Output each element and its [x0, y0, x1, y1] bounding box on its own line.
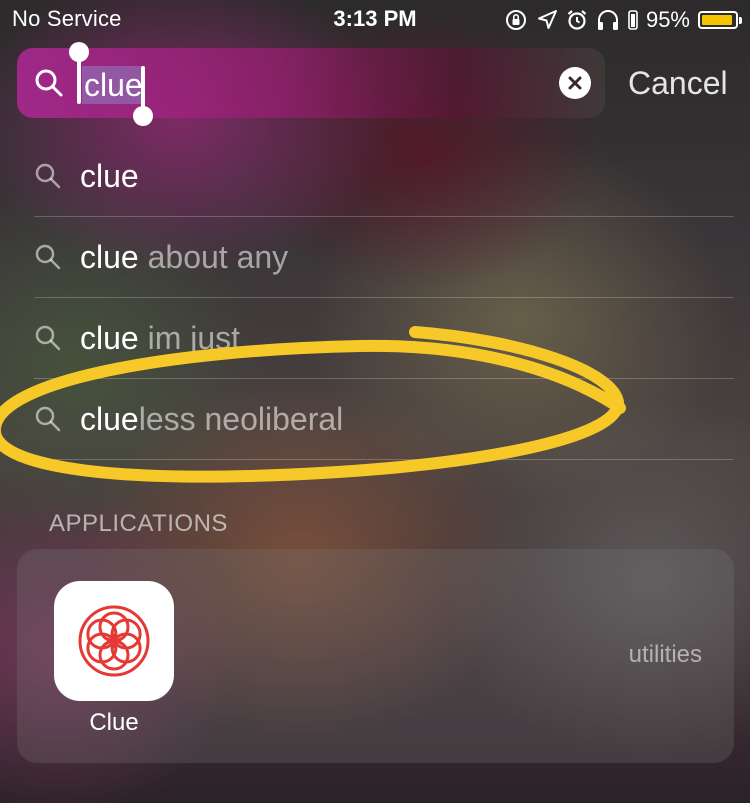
suggestion-rest: about any — [138, 239, 289, 275]
clear-icon — [568, 76, 582, 90]
clue-app-icon[interactable] — [54, 581, 174, 701]
suggestion-text: clue — [80, 156, 139, 196]
suggestion-item[interactable]: clue — [34, 136, 734, 216]
clear-button[interactable] — [559, 67, 591, 99]
suggestion-text: clue about any — [80, 237, 288, 277]
battery-fill — [702, 15, 733, 25]
status-indicators: 95% — [504, 6, 742, 34]
suggestion-match: clue — [80, 239, 139, 275]
battery-icon — [698, 11, 742, 29]
search-icon — [34, 243, 64, 271]
app-category: utilities — [628, 641, 702, 668]
status-bar: No Service 3:13 PM 95% — [0, 0, 750, 40]
search-input[interactable]: clue — [82, 66, 145, 104]
applications-header: APPLICATIONS — [49, 510, 228, 537]
location-arrow-icon — [536, 9, 558, 31]
alarm-icon — [566, 9, 588, 31]
battery-percent: 95% — [645, 7, 690, 32]
search-icon — [33, 67, 65, 104]
app-result-card[interactable]: Clue utilities — [17, 549, 734, 763]
selection-start-handle[interactable] — [69, 42, 89, 104]
battery-level-icon — [628, 9, 638, 31]
suggestion-item[interactable]: clue about any — [34, 217, 734, 297]
cancel-button[interactable]: Cancel — [628, 63, 728, 103]
search-icon — [34, 162, 64, 190]
orientation-lock-icon — [504, 8, 528, 32]
headphones-icon — [596, 9, 620, 31]
suggestion-match: clue — [80, 158, 139, 194]
app-name: Clue — [89, 709, 139, 736]
selection-end-handle[interactable] — [133, 66, 153, 126]
highlight-annotation — [0, 326, 626, 483]
